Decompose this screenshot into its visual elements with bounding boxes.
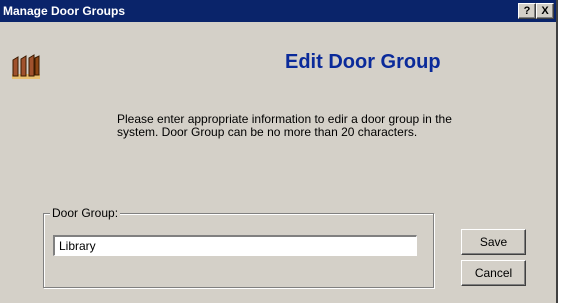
manage-door-groups-dialog: Manage Door Groups ? X Edit Door Group P…	[0, 0, 558, 303]
cancel-button[interactable]: Cancel	[461, 260, 526, 286]
page-title: Edit Door Group	[285, 51, 441, 73]
door-group-input[interactable]	[53, 235, 417, 256]
instructions-text: Please enter appropriate information to …	[117, 112, 452, 139]
help-button[interactable]: ?	[518, 3, 536, 19]
doors-icon	[12, 54, 40, 79]
close-button[interactable]: X	[536, 3, 554, 19]
save-button[interactable]: Save	[461, 229, 526, 255]
door-group-label: Door Group:	[50, 206, 121, 220]
window-title: Manage Door Groups	[3, 4, 126, 18]
title-bar[interactable]: Manage Door Groups ? X	[0, 0, 556, 22]
